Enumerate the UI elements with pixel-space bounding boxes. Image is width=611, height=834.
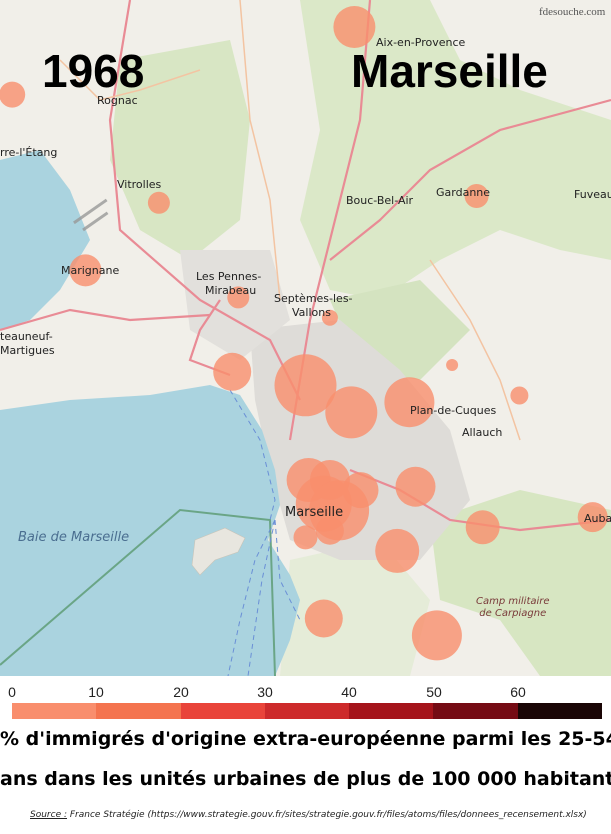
urban-unit-circle[interactable]	[384, 377, 435, 428]
urban-unit-circle[interactable]	[0, 81, 26, 108]
place-label-vitrolles: Vitrolles	[117, 178, 162, 191]
place-label-plan: Plan-de-Cuques	[410, 404, 497, 417]
urban-unit-circle[interactable]	[304, 599, 343, 638]
urban-unit-circle[interactable]	[446, 359, 459, 371]
legend-color-segment	[12, 703, 97, 719]
legend-color-bar	[12, 703, 602, 719]
legend-color-segment	[264, 703, 350, 719]
legend-color-segment	[517, 703, 602, 719]
legend-color-segment	[180, 703, 265, 719]
urban-unit-circle[interactable]	[293, 525, 318, 550]
place-label-fuveau: Fuveau	[574, 188, 611, 201]
place-label-rognac: Rognac	[97, 94, 138, 107]
place-label-marseille: Marseille	[285, 505, 344, 520]
urban-unit-circle[interactable]	[325, 386, 378, 439]
caption-line-2: ans dans les unités urbaines de plus de …	[0, 768, 611, 790]
place-label-aix: Aix-en-Provence	[376, 36, 466, 49]
place-label-berre: rre-l'Étang	[0, 146, 58, 159]
urban-unit-circle[interactable]	[147, 191, 170, 214]
urban-unit-circle[interactable]	[395, 466, 436, 507]
place-label-pennes: Les Pennes-	[196, 270, 262, 283]
legend-color-segment	[349, 703, 434, 719]
bay-label: Baie de Marseille	[18, 530, 130, 545]
urban-unit-circle[interactable]	[411, 610, 462, 661]
legend-tick: 10	[88, 684, 104, 700]
urban-unit-circle[interactable]	[510, 386, 529, 405]
place-label-chateauneuf: teauneuf-	[0, 330, 53, 343]
urban-unit-circle[interactable]	[375, 528, 420, 573]
place-label-vallons: Vallons	[292, 306, 331, 319]
place-label-septemes: Septèmes-les-	[274, 292, 353, 305]
place-label-allauch: Allauch	[462, 426, 503, 439]
place-label-mirabeau: Mirabeau	[205, 284, 257, 297]
map-year-title: 1968	[42, 45, 145, 97]
camp-label: Camp militaire de Carpiagne	[476, 596, 550, 620]
legend-color-segment	[96, 703, 181, 719]
legend-color-segment	[433, 703, 518, 719]
legend-tick: 30	[257, 684, 273, 700]
map-city-title: Marseille	[351, 45, 548, 97]
place-label-gardanne: Gardanne	[436, 186, 491, 199]
watermark: fdesouche.com	[539, 6, 606, 18]
place-label-martigues: Martigues	[0, 344, 55, 357]
urban-unit-circle[interactable]	[465, 510, 500, 545]
legend-tick: 40	[341, 684, 357, 700]
source-note: Source : France Stratégie (https://www.s…	[30, 810, 587, 820]
camp-label-line2: de Carpiagne	[479, 608, 547, 619]
urban-unit-circle[interactable]	[333, 6, 376, 48]
urban-unit-circle[interactable]	[315, 516, 344, 545]
legend-tick: 60	[510, 684, 526, 700]
place-label-aubagne: Auba	[584, 512, 611, 525]
color-legend: 0 10 20 30 40 50 60	[0, 676, 611, 724]
legend-tick: 20	[173, 684, 189, 700]
urban-unit-circle[interactable]	[213, 352, 252, 391]
legend-tick: 50	[426, 684, 442, 700]
camp-label-line1: Camp militaire	[476, 596, 550, 607]
legend-tick: 0	[8, 684, 16, 700]
place-label-marignane: Marignane	[61, 264, 120, 277]
caption-line-1: % d'immigrés d'origine extra-européenne …	[0, 728, 611, 750]
place-label-bouc: Bouc-Bel-Air	[346, 194, 414, 207]
base-map[interactable]	[0, 0, 611, 676]
